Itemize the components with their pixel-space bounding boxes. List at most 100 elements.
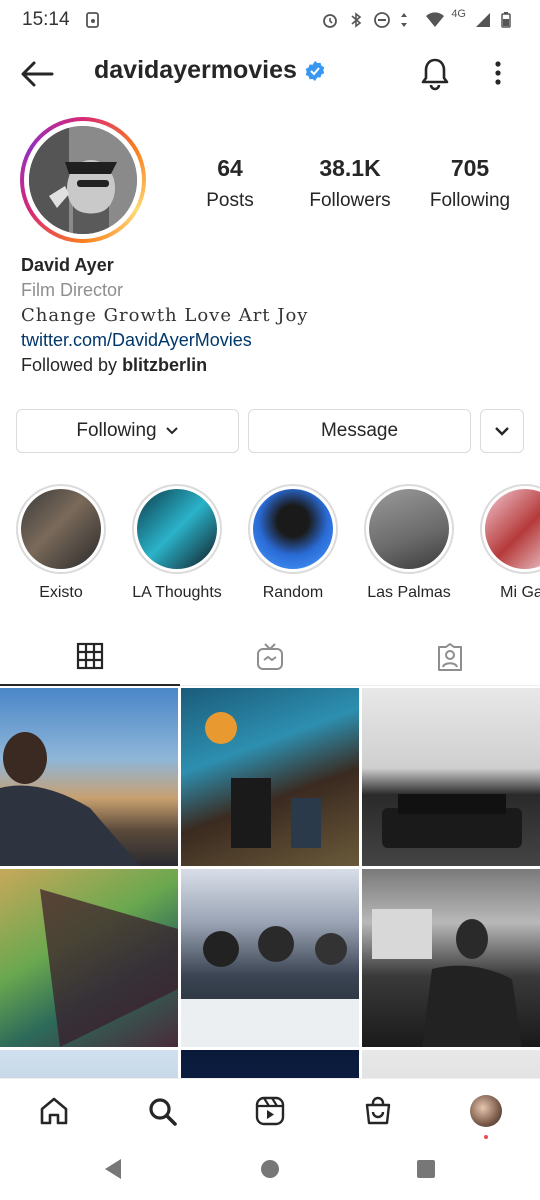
- bio-link[interactable]: twitter.com/DavidAyerMovies: [21, 328, 521, 353]
- username-title: davidayermovies: [94, 56, 325, 85]
- igtv-icon: [257, 643, 283, 670]
- post-thumbnail[interactable]: [181, 1050, 359, 1078]
- highlight-label: Existo: [39, 584, 83, 601]
- nav-search[interactable]: [142, 1091, 182, 1131]
- highlight-cover: [137, 489, 217, 569]
- tab-tagged[interactable]: [360, 628, 540, 686]
- bell-icon: [421, 58, 449, 91]
- tab-posts-grid[interactable]: [0, 628, 180, 686]
- more-options-button[interactable]: [486, 58, 510, 90]
- following-button[interactable]: Following: [16, 409, 239, 453]
- highlight-ring: [480, 484, 540, 574]
- posts-grid: [0, 688, 540, 1078]
- home-icon: [40, 1097, 68, 1125]
- followed-by[interactable]: Followed by blitzberlin: [21, 353, 521, 378]
- highlight-label: Mi Gall: [500, 584, 540, 601]
- highlight-cover: [485, 489, 540, 569]
- profile-header: davidayermovies: [0, 48, 540, 100]
- highlight-las-palmas[interactable]: Las Palmas: [353, 484, 465, 602]
- highlight-label: Las Palmas: [367, 584, 451, 601]
- back-button[interactable]: [18, 56, 58, 92]
- avatar-photo: [29, 126, 137, 234]
- notifications-button[interactable]: [418, 56, 452, 92]
- followers-count: 38.1K: [319, 155, 381, 181]
- highlight-existo[interactable]: Existo: [5, 484, 117, 602]
- shop-icon: [365, 1096, 391, 1125]
- message-button[interactable]: Message: [248, 409, 471, 453]
- post-thumbnail[interactable]: [181, 869, 359, 1047]
- arrow-left-icon: [21, 61, 54, 87]
- profile-avatar[interactable]: [20, 117, 146, 243]
- post-thumbnail[interactable]: [181, 688, 359, 866]
- nav-home[interactable]: [34, 1091, 74, 1131]
- highlight-random[interactable]: Random: [237, 484, 349, 602]
- alarm-icon: [321, 11, 339, 29]
- avatar-frame: [24, 121, 142, 239]
- story-highlights: Existo LA Thoughts Random Las Palmas Mi …: [0, 484, 540, 604]
- nav-avatar: [470, 1095, 502, 1127]
- post-thumbnail[interactable]: [0, 869, 178, 1047]
- system-navigation: [0, 1140, 540, 1200]
- notification-dot: [484, 1135, 488, 1139]
- category-label: Film Director: [21, 280, 123, 300]
- post-image: [205, 712, 321, 848]
- highlight-label: Random: [262, 584, 324, 601]
- suggested-accounts-button[interactable]: [480, 409, 524, 453]
- post-thumbnail[interactable]: [0, 1050, 178, 1078]
- highlight-cover: [253, 489, 333, 569]
- post-thumbnail[interactable]: [362, 1050, 540, 1078]
- search-icon: [149, 1098, 177, 1126]
- post-image: [372, 909, 522, 1047]
- post-image: [0, 732, 140, 866]
- stat-followers[interactable]: 38.1K Followers: [290, 155, 410, 212]
- dnd-icon: [373, 11, 391, 29]
- post-image: [382, 794, 522, 848]
- system-home-icon[interactable]: [260, 1158, 280, 1180]
- screenshot-icon: [84, 11, 102, 29]
- following-label: Following: [429, 190, 511, 211]
- bio-text: Change Growth Love Art Joy: [21, 305, 309, 326]
- reels-icon: [255, 1096, 285, 1126]
- signal-icon: [474, 11, 492, 29]
- chevron-down-icon: [495, 427, 509, 436]
- highlight-ring: [16, 484, 106, 574]
- highlight-cover: [21, 489, 101, 569]
- following-count: 705: [450, 155, 490, 181]
- followers-label: Followers: [309, 190, 391, 211]
- following-button-label: Following: [76, 420, 157, 441]
- tab-igtv[interactable]: [180, 628, 360, 686]
- post-thumbnail[interactable]: [362, 869, 540, 1047]
- post-image: [181, 926, 359, 1047]
- followed-by-user: blitzberlin: [122, 355, 208, 375]
- highlight-mi-gall[interactable]: Mi Gall: [469, 484, 540, 602]
- profile-bio: David Ayer Film Director Change Growth L…: [21, 253, 521, 378]
- network-type: 4G: [451, 8, 466, 20]
- nav-shop[interactable]: [358, 1091, 398, 1131]
- message-button-label: Message: [320, 420, 399, 441]
- battery-icon: [500, 11, 518, 29]
- followed-by-prefix: Followed by: [21, 355, 123, 375]
- highlight-la-thoughts[interactable]: LA Thoughts: [121, 484, 233, 602]
- highlight-label: LA Thoughts: [132, 584, 222, 601]
- nav-reels[interactable]: [250, 1091, 290, 1131]
- stat-posts[interactable]: 64 Posts: [170, 155, 290, 212]
- system-back-icon[interactable]: [103, 1158, 123, 1180]
- highlight-cover: [369, 489, 449, 569]
- post-thumbnail[interactable]: [362, 688, 540, 866]
- username: davidayermovies: [94, 56, 297, 84]
- stat-following[interactable]: 705 Following: [410, 155, 530, 212]
- grid-icon: [76, 642, 104, 670]
- post-thumbnail[interactable]: [0, 688, 178, 866]
- post-image: [40, 889, 178, 1047]
- display-name: David Ayer: [21, 255, 114, 275]
- nav-profile[interactable]: [466, 1091, 506, 1139]
- status-time: 15:14: [22, 9, 70, 30]
- highlight-ring: [248, 484, 338, 574]
- highlight-ring: [132, 484, 222, 574]
- data-arrows-icon: [399, 11, 417, 29]
- posts-label: Posts: [206, 190, 254, 211]
- chevron-down-icon: [165, 427, 178, 435]
- status-bar: 15:14 4G: [0, 0, 540, 40]
- system-recents-icon[interactable]: [416, 1158, 436, 1180]
- tagged-icon: [438, 643, 462, 671]
